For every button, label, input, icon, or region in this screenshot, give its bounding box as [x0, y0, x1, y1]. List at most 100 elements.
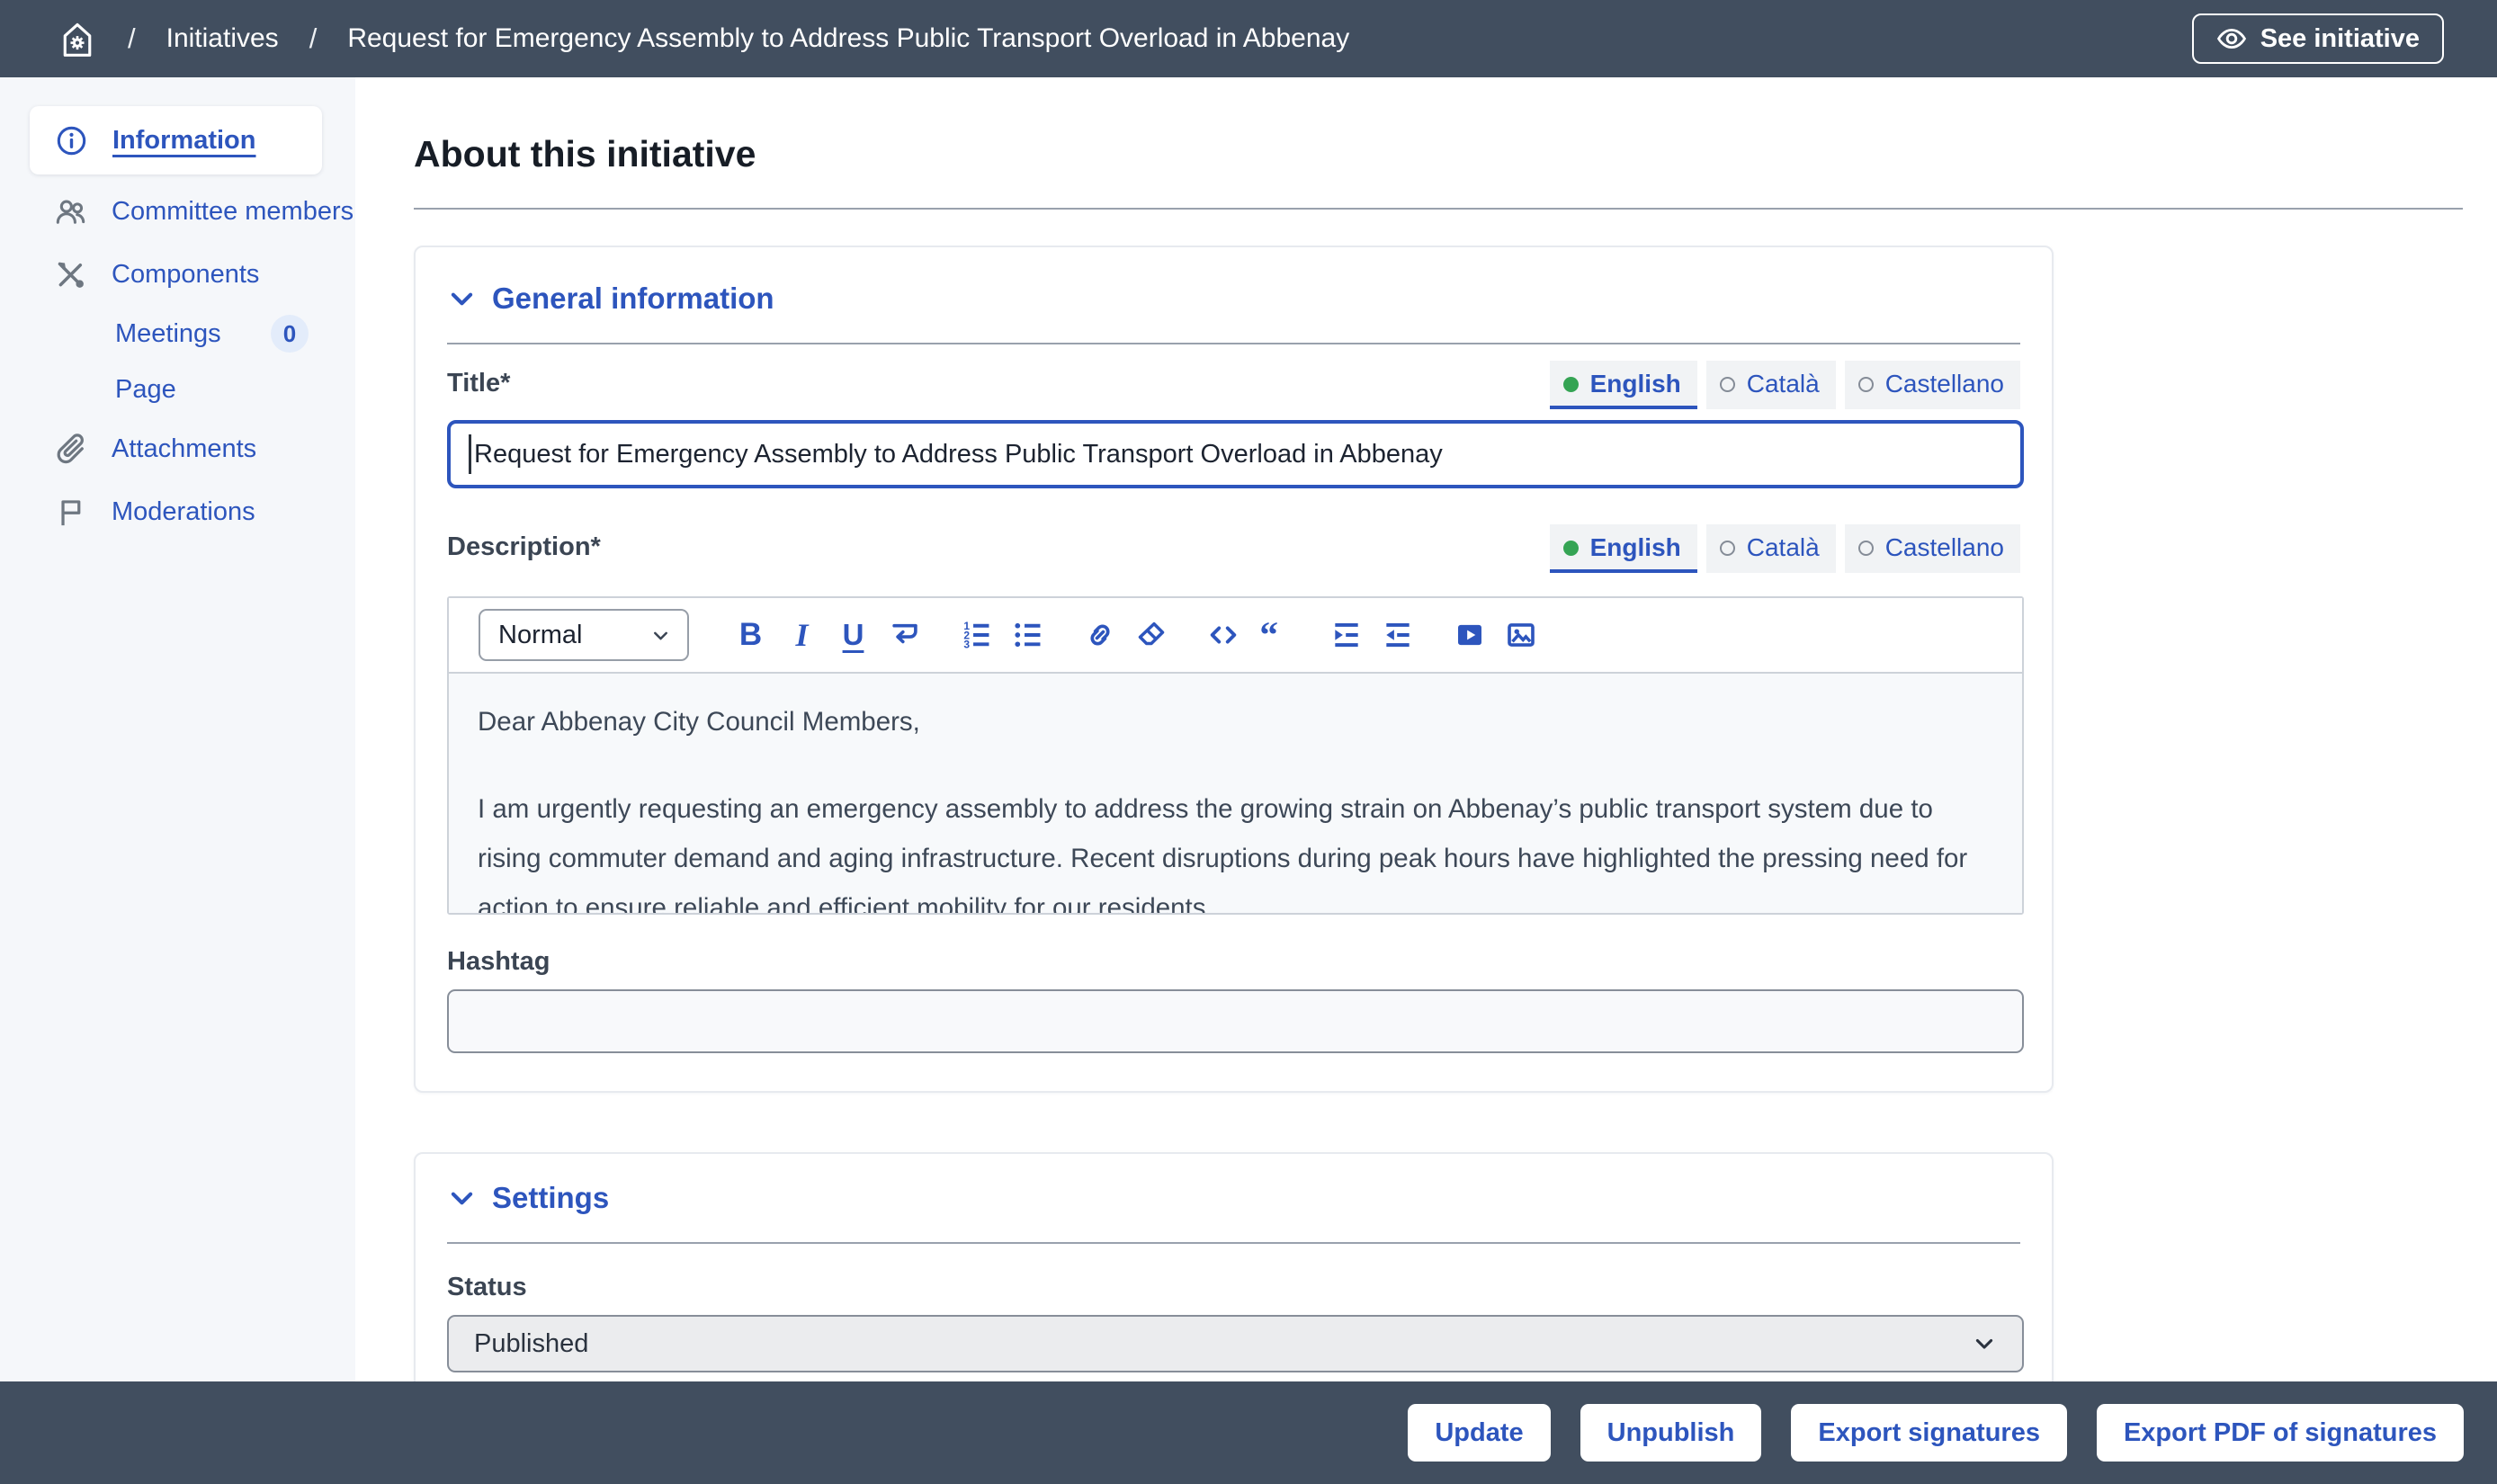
- indent-button[interactable]: [1320, 610, 1372, 660]
- eraser-icon: [1134, 618, 1168, 652]
- italic-icon: I: [795, 616, 808, 654]
- line-break-button[interactable]: [879, 610, 930, 660]
- bullet-list-icon: [1011, 618, 1045, 652]
- chevron-down-icon: [447, 284, 477, 314]
- page-title: About this initiative: [414, 133, 2497, 175]
- status-select[interactable]: Published: [447, 1315, 2024, 1372]
- hashtag-input[interactable]: [447, 989, 2024, 1053]
- export-signatures-button[interactable]: Export signatures: [1791, 1404, 2067, 1462]
- settings-panel: Settings Status Published: [414, 1152, 2054, 1381]
- breadcrumb-separator: /: [309, 22, 318, 55]
- image-icon: [1504, 618, 1538, 652]
- heading-divider: [414, 208, 2463, 210]
- update-button[interactable]: Update: [1408, 1404, 1550, 1462]
- image-button[interactable]: [1495, 610, 1546, 660]
- home-icon[interactable]: [58, 19, 97, 58]
- sidebar-item-label: Attachments: [112, 434, 256, 464]
- svg-text:3: 3: [963, 639, 970, 651]
- description-label: Description*: [447, 532, 601, 573]
- status-select-value: Published: [474, 1329, 588, 1359]
- text-caret: [469, 434, 471, 474]
- main-content: About this initiative General informatio…: [355, 77, 2497, 1381]
- section-title: Settings: [492, 1181, 609, 1215]
- general-information-toggle[interactable]: General information: [447, 282, 774, 316]
- sidebar: Information Committee members Components…: [0, 77, 355, 1381]
- description-editor-body[interactable]: Dear Abbenay City Council Members, I am …: [449, 674, 2022, 913]
- paperclip-icon: [54, 433, 87, 466]
- status-label: Status: [447, 1273, 2020, 1302]
- rich-text-editor: Normal B I U 123: [447, 596, 2024, 915]
- chevron-down-icon: [649, 624, 672, 647]
- outdent-button[interactable]: [1372, 610, 1423, 660]
- language-tab-catala[interactable]: Català: [1706, 361, 1836, 409]
- clear-format-button[interactable]: [1125, 610, 1177, 660]
- bold-icon: B: [739, 617, 762, 653]
- language-tab-english[interactable]: English: [1550, 524, 1697, 573]
- info-icon: [55, 124, 88, 157]
- description-paragraph: I am urgently requesting an emergency as…: [478, 784, 1991, 913]
- sidebar-item-committee-members[interactable]: Committee members: [0, 180, 355, 243]
- language-tab-catala[interactable]: Català: [1706, 524, 1836, 573]
- underline-button[interactable]: U: [828, 610, 879, 660]
- settings-toggle[interactable]: Settings: [447, 1181, 609, 1215]
- blockquote-button[interactable]: “: [1248, 610, 1300, 660]
- export-pdf-signatures-button[interactable]: Export PDF of signatures: [2097, 1404, 2464, 1462]
- format-select[interactable]: Normal: [479, 609, 689, 661]
- see-initiative-button[interactable]: See initiative: [2192, 13, 2444, 64]
- sidebar-item-components[interactable]: Components: [0, 243, 355, 306]
- section-divider: [447, 343, 2020, 344]
- sidebar-item-label: Moderations: [112, 497, 255, 527]
- general-information-panel: General information Title* English Catal…: [414, 246, 2054, 1093]
- filled-dot-icon: [1563, 377, 1579, 392]
- quote-icon: “: [1257, 618, 1292, 652]
- language-label: Català: [1747, 533, 1820, 562]
- underline-icon: U: [843, 618, 864, 652]
- see-initiative-label: See initiative: [2260, 24, 2420, 54]
- chevron-down-icon: [1972, 1331, 1997, 1356]
- title-label: Title*: [447, 369, 510, 409]
- sidebar-item-page[interactable]: Page: [0, 362, 355, 417]
- language-tab-english[interactable]: English: [1550, 361, 1697, 409]
- empty-circle-icon: [1858, 377, 1874, 392]
- hashtag-label: Hashtag: [447, 947, 2020, 977]
- video-button[interactable]: [1444, 610, 1495, 660]
- breadcrumb-separator: /: [128, 22, 136, 55]
- ordered-list-button[interactable]: 123: [951, 610, 1002, 660]
- format-select-value: Normal: [498, 621, 582, 650]
- sidebar-item-moderations[interactable]: Moderations: [0, 480, 355, 543]
- section-title: General information: [492, 282, 774, 316]
- language-label: Castellano: [1885, 533, 2004, 562]
- section-divider: [447, 1242, 2020, 1244]
- line-break-icon: [888, 618, 922, 652]
- breadcrumb-page-title: Request for Emergency Assembly to Addres…: [347, 23, 1349, 54]
- description-field-row: Description* English Català Castellano: [447, 524, 2020, 573]
- users-icon: [54, 195, 87, 228]
- sidebar-item-information[interactable]: Information: [30, 106, 322, 174]
- sidebar-item-label: Committee members: [112, 197, 354, 227]
- empty-circle-icon: [1720, 377, 1735, 392]
- title-input-wrap: [447, 420, 2020, 488]
- unpublish-button[interactable]: Unpublish: [1580, 1404, 1762, 1462]
- flag-icon: [54, 496, 87, 529]
- language-tab-castellano[interactable]: Castellano: [1845, 361, 2020, 409]
- code-block-button[interactable]: [1197, 610, 1248, 660]
- bullet-list-button[interactable]: [1002, 610, 1053, 660]
- empty-circle-icon: [1720, 541, 1735, 556]
- video-icon: [1453, 618, 1487, 652]
- sidebar-item-meetings[interactable]: Meetings 0: [0, 306, 355, 362]
- title-input[interactable]: [447, 420, 2024, 488]
- bold-button[interactable]: B: [725, 610, 776, 660]
- sidebar-item-attachments[interactable]: Attachments: [0, 417, 355, 480]
- italic-button[interactable]: I: [776, 610, 828, 660]
- language-tab-castellano[interactable]: Castellano: [1845, 524, 2020, 573]
- title-language-tabs: English Català Castellano: [1550, 361, 2020, 409]
- indent-decrease-icon: [1381, 618, 1415, 652]
- breadcrumb-initiatives[interactable]: Initiatives: [166, 23, 279, 54]
- action-bar: Update Unpublish Export signatures Expor…: [0, 1381, 2497, 1484]
- sidebar-item-label: Information: [112, 126, 256, 156]
- sidebar-item-label: Meetings: [115, 319, 221, 349]
- link-button[interactable]: [1074, 610, 1125, 660]
- top-bar: / Initiatives / Request for Emergency As…: [0, 0, 2497, 77]
- ordered-list-icon: 123: [960, 618, 994, 652]
- language-label: English: [1590, 370, 1681, 398]
